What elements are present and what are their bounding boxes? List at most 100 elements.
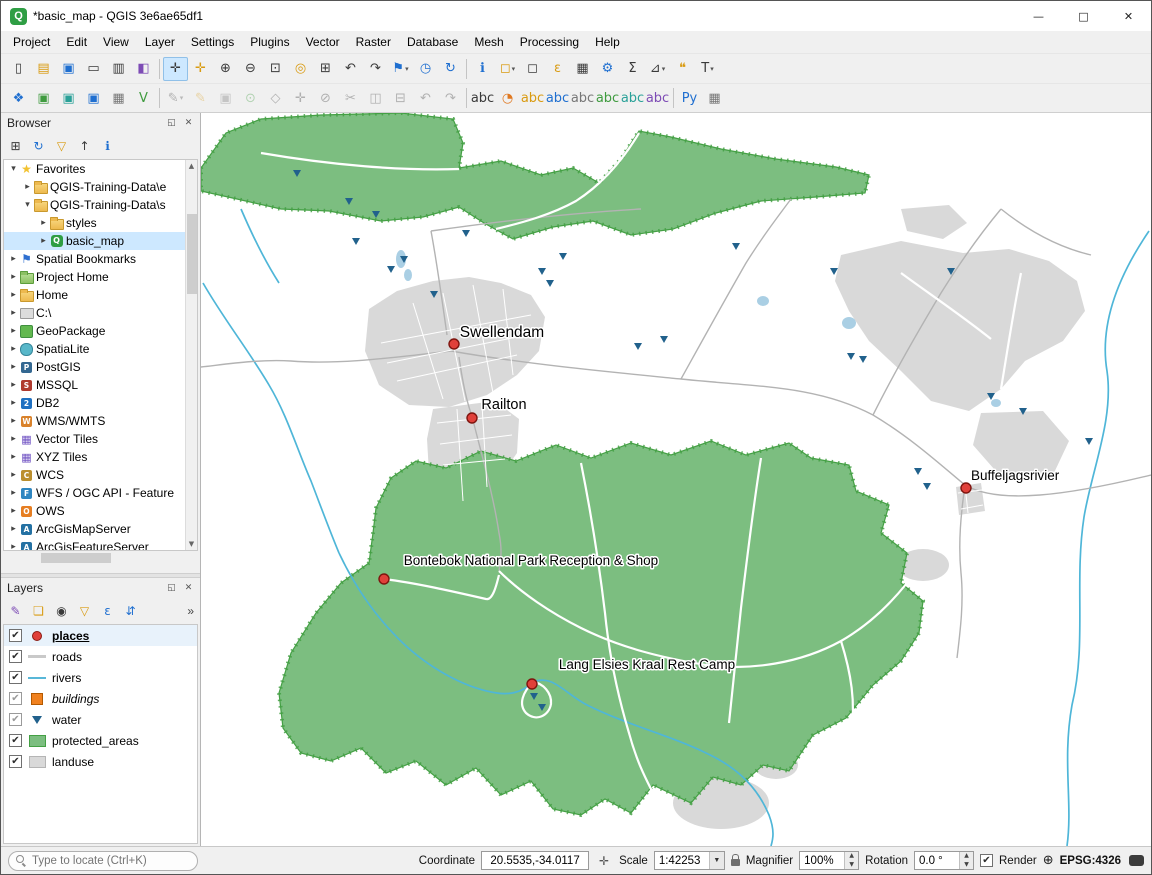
refresh-browser-icon[interactable]: ↻ bbox=[27, 135, 50, 157]
browser-item-db2[interactable]: ▸ DB2 bbox=[4, 394, 185, 412]
layer-visibility-checkbox[interactable] bbox=[9, 755, 22, 768]
browser-item-project-home[interactable]: ▸ Project Home bbox=[4, 268, 185, 286]
separator[interactable] bbox=[156, 57, 163, 81]
expander-icon[interactable]: ▸ bbox=[8, 434, 19, 444]
spin-up-icon[interactable]: ▲ bbox=[845, 852, 858, 861]
add-group-icon[interactable]: ❏ bbox=[27, 600, 50, 622]
expander-icon[interactable]: ▸ bbox=[38, 236, 49, 246]
zoom-to-selection-button[interactable]: ◎ bbox=[288, 57, 313, 81]
open-project-button[interactable]: ▤ bbox=[31, 57, 56, 81]
messages-icon[interactable] bbox=[1129, 855, 1144, 866]
expander-icon[interactable]: ▸ bbox=[8, 290, 19, 300]
expander-icon[interactable]: ▸ bbox=[8, 416, 19, 426]
manage-map-themes-icon[interactable]: ◉ bbox=[50, 600, 73, 622]
style-manager-button[interactable]: ◧ bbox=[131, 57, 156, 81]
change-label-button[interactable]: abc bbox=[645, 86, 670, 110]
add-raster-layer-button[interactable]: ▦ bbox=[106, 86, 131, 110]
properties-icon[interactable]: ℹ bbox=[96, 135, 119, 157]
expander-icon[interactable]: ▸ bbox=[8, 398, 19, 408]
show-hidden-labels-button[interactable]: abc bbox=[570, 86, 595, 110]
select-by-expression-button[interactable]: ε bbox=[545, 57, 570, 81]
float-panel-icon[interactable]: ◱ bbox=[164, 116, 179, 130]
move-feature-button[interactable]: ✛ bbox=[288, 86, 313, 110]
options-button[interactable]: ⚙ bbox=[595, 57, 620, 81]
browser-item-wms-wmts[interactable]: ▸ WMS/WMTS bbox=[4, 412, 185, 430]
expand-collapse-icon[interactable]: ⇵ bbox=[119, 600, 142, 622]
layer-diagram-button[interactable]: ◔ bbox=[495, 86, 520, 110]
expander-icon[interactable]: ▸ bbox=[8, 326, 19, 336]
browser-item-wfs-ogc[interactable]: ▸ WFS / OGC API - Feature bbox=[4, 484, 185, 502]
save-layer-edits-button[interactable]: ▣ bbox=[213, 86, 238, 110]
zoom-in-button[interactable]: ⊕ bbox=[213, 57, 238, 81]
expander-icon[interactable]: ▸ bbox=[8, 254, 19, 264]
browser-item-arcgis-featureserver[interactable]: ▸ ArcGisFeatureServer bbox=[4, 538, 185, 551]
browser-horizontal-scrollbar[interactable] bbox=[3, 552, 198, 564]
browser-item-spatialite[interactable]: ▸ SpatiaLite bbox=[4, 340, 185, 358]
browser-item-xyz-tiles[interactable]: ▸ XYZ Tiles bbox=[4, 448, 185, 466]
close-panel-icon[interactable]: ✕ bbox=[181, 581, 196, 595]
expander-icon[interactable]: ▸ bbox=[8, 344, 19, 354]
layer-visibility-checkbox[interactable] bbox=[9, 671, 22, 684]
expander-icon[interactable]: ▸ bbox=[8, 524, 19, 534]
new-print-layout-button[interactable]: ▭ bbox=[81, 57, 106, 81]
browser-item-styles[interactable]: ▸ styles bbox=[4, 214, 185, 232]
layer-item-rivers[interactable]: rivers bbox=[4, 667, 197, 688]
map-tips-button[interactable]: ❝ bbox=[670, 57, 695, 81]
browser-item-training-data-s[interactable]: ▾ QGIS-Training-Data\s bbox=[4, 196, 185, 214]
identify-features-button[interactable]: ℹ bbox=[470, 57, 495, 81]
zoom-to-layer-button[interactable]: ⊞ bbox=[313, 57, 338, 81]
filter-by-expression-icon[interactable]: ε bbox=[96, 600, 119, 622]
add-spatialite-layer-button[interactable]: ▣ bbox=[56, 86, 81, 110]
layer-visibility-checkbox[interactable] bbox=[9, 692, 22, 705]
browser-item-spatial-bookmarks[interactable]: ▸ Spatial Bookmarks bbox=[4, 250, 185, 268]
menu-mesh[interactable]: Mesh bbox=[466, 33, 511, 51]
scrollbar-thumb[interactable] bbox=[187, 214, 197, 294]
pan-to-selection-button[interactable]: ✛ bbox=[188, 57, 213, 81]
browser-item-training-data-e[interactable]: ▸ QGIS-Training-Data\e bbox=[4, 178, 185, 196]
redo-button[interactable]: ↷ bbox=[438, 86, 463, 110]
layer-item-places[interactable]: places bbox=[4, 625, 197, 646]
expander-icon[interactable]: ▸ bbox=[8, 362, 19, 372]
expander-icon[interactable]: ▸ bbox=[8, 452, 19, 462]
toolbar-overflow-chevron[interactable]: » bbox=[187, 604, 194, 618]
render-checkbox[interactable] bbox=[980, 854, 993, 867]
open-layer-styling-icon[interactable]: ✎ bbox=[4, 600, 27, 622]
browser-item-wcs[interactable]: ▸ WCS bbox=[4, 466, 185, 484]
new-bookmark-button[interactable]: ⚑ bbox=[388, 57, 413, 81]
browser-item-geopackage[interactable]: ▸ GeoPackage bbox=[4, 322, 185, 340]
layer-labeling-button[interactable]: abc bbox=[470, 86, 495, 110]
menu-raster[interactable]: Raster bbox=[348, 33, 399, 51]
expander-icon[interactable]: ▸ bbox=[8, 542, 19, 551]
separator[interactable] bbox=[463, 57, 470, 81]
delete-selected-button[interactable]: ⊘ bbox=[313, 86, 338, 110]
filter-legend-icon[interactable]: ▽ bbox=[73, 600, 96, 622]
menu-processing[interactable]: Processing bbox=[512, 33, 587, 51]
lock-scale-icon[interactable] bbox=[731, 859, 740, 866]
spin-down-icon[interactable]: ▼ bbox=[960, 861, 973, 870]
paste-features-button[interactable]: ⊟ bbox=[388, 86, 413, 110]
python-console-button[interactable]: Py bbox=[677, 86, 702, 110]
expander-icon[interactable]: ▸ bbox=[8, 506, 19, 516]
new-project-button[interactable]: ▯ bbox=[6, 57, 31, 81]
copy-features-button[interactable]: ◫ bbox=[363, 86, 388, 110]
menu-database[interactable]: Database bbox=[399, 33, 466, 51]
layer-visibility-checkbox[interactable] bbox=[9, 713, 22, 726]
processing-toolbox-button[interactable]: ▦ bbox=[702, 86, 727, 110]
cut-features-button[interactable]: ✂ bbox=[338, 86, 363, 110]
undo-button[interactable]: ↶ bbox=[413, 86, 438, 110]
zoom-full-button[interactable]: ⊡ bbox=[263, 57, 288, 81]
browser-item-home[interactable]: ▸ Home bbox=[4, 286, 185, 304]
browser-item-c-drive[interactable]: ▸ C:\ bbox=[4, 304, 185, 322]
menu-layer[interactable]: Layer bbox=[137, 33, 183, 51]
rotation-spinbox[interactable]: ▲▼ bbox=[914, 851, 974, 870]
extents-toggle-icon[interactable]: ✛ bbox=[595, 854, 613, 868]
separator[interactable] bbox=[156, 86, 163, 110]
add-vector-layer-button[interactable]: V bbox=[131, 86, 156, 110]
select-features-button[interactable]: ◻ bbox=[495, 57, 520, 81]
measure-button[interactable]: ⊿ bbox=[645, 57, 670, 81]
expander-icon[interactable]: ▾ bbox=[8, 164, 19, 174]
scroll-down-icon[interactable]: ▼ bbox=[186, 538, 197, 550]
menu-help[interactable]: Help bbox=[587, 33, 628, 51]
current-edits-button[interactable]: ✎ bbox=[163, 86, 188, 110]
toggle-editing-button[interactable]: ✎ bbox=[188, 86, 213, 110]
